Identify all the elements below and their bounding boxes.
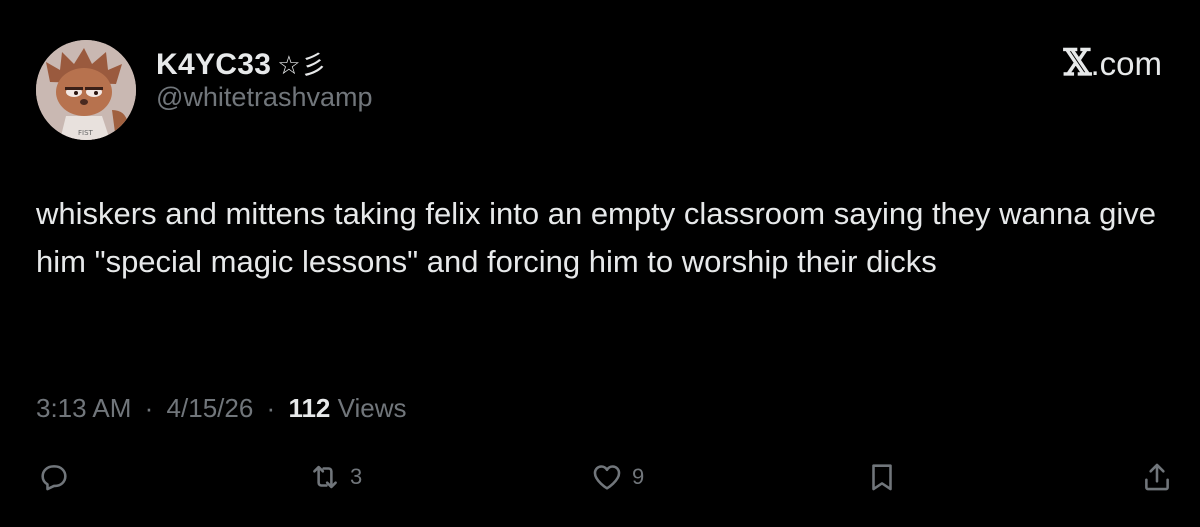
display-name-text: K4YC33 [156,48,272,81]
user-handle[interactable]: @whitetrashvamp [156,82,373,113]
meta-separator: · [144,393,154,423]
like-count: 9 [632,464,645,489]
reply-icon [41,465,67,491]
x-logo-icon: 𝕏 [1063,42,1092,84]
bookmark-icon [872,464,892,491]
views-count: 112 [288,393,331,423]
site-label: 𝕏.com [1064,42,1162,84]
share-icon [1145,463,1169,491]
retweet-button[interactable]: 3 [308,460,362,494]
avatar-illustration: FIST [36,40,136,140]
tweet-meta: 3:13 AM · 4/15/26 · 112 Views [36,393,407,424]
reply-button[interactable] [37,460,71,494]
share-button[interactable] [1140,460,1174,494]
retweet-count: 3 [350,464,363,489]
action-bar: 3 9 [0,460,1200,510]
tweet-text: whiskers and mittens taking felix into a… [36,196,1156,279]
tweet-date[interactable]: 4/15/26 [167,393,254,423]
tweet-card: FIST K4YC33 ☆彡 @whitetrashvamp 𝕏.com whis… [0,0,1200,527]
site-suffix: .com [1090,45,1162,82]
meta-separator: · [266,393,276,423]
tweet-time[interactable]: 3:13 AM [36,393,131,423]
name-emoji: ☆彡 [277,50,328,80]
avatar[interactable]: FIST [36,40,136,140]
views-label: Views [337,393,407,423]
display-name[interactable]: K4YC33 ☆彡 [156,45,327,82]
heart-icon [593,465,621,490]
avatar-shirt-text: FIST [78,129,94,137]
retweet-icon [313,465,337,489]
bookmark-button[interactable] [865,460,899,494]
like-button[interactable]: 9 [590,460,644,494]
